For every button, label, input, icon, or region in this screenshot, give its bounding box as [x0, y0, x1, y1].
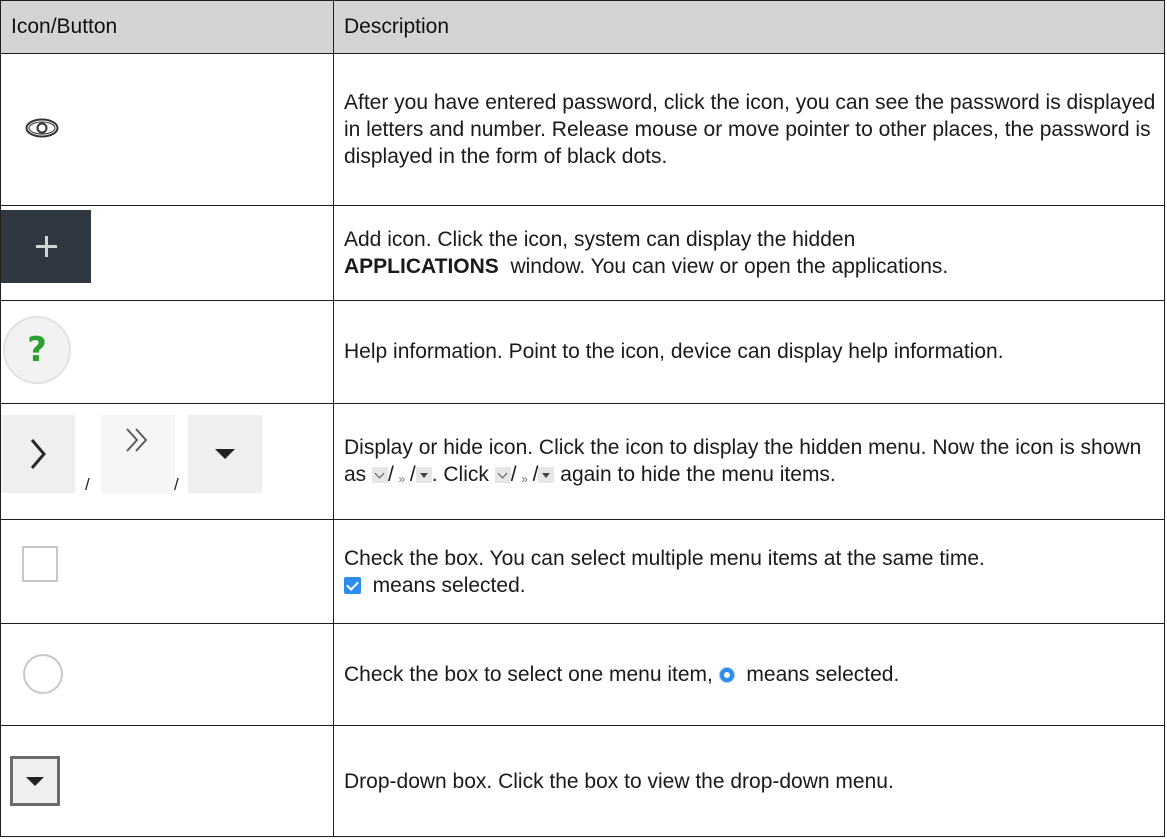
description-text: means selected.: [746, 663, 900, 687]
table-row: Drop-down box. Click the box to view the…: [0, 725, 1165, 837]
chevron-down-icon: [494, 467, 511, 484]
double-chevron-right-icon: [101, 414, 175, 493]
separator-slash: /: [85, 474, 90, 494]
icon-cell: [0, 622, 334, 727]
table-header-row: Icon/Button Description: [0, 0, 1165, 54]
triangle-down-icon: [538, 467, 555, 484]
checkbox-checked-icon: [344, 576, 361, 594]
header-cell-icon: Icon/Button: [0, 0, 334, 54]
table-row: After you have entered password, click t…: [0, 52, 1165, 206]
icon-cell: / /: [0, 402, 334, 521]
description-cell: After you have entered password, click t…: [333, 52, 1165, 206]
table-row: Check the box. You can select multiple m…: [0, 519, 1165, 624]
description-cell: Check the box. You can select multiple m…: [333, 519, 1165, 624]
checkbox-icon: [22, 546, 58, 583]
table-row: ? Help information. Point to the icon, d…: [0, 300, 1165, 404]
radio-selected-icon: [718, 667, 735, 684]
description-cell: Check the box to select one menu item, m…: [333, 622, 1165, 727]
description-text: . Click: [431, 463, 489, 487]
radio-icon: [23, 653, 63, 694]
chevron-right-icon: [1, 414, 75, 493]
help-icon: ?: [3, 315, 71, 384]
icon-cell: [0, 52, 334, 206]
description-text: Check the box to select one menu item,: [344, 663, 713, 687]
triangle-down-icon: [188, 414, 262, 493]
description-text: Add icon. Click the icon, system can dis…: [344, 228, 856, 252]
applications-label: APPLICATIONS: [344, 255, 499, 279]
icon-cell: ?: [0, 300, 334, 404]
icon-cell: [0, 519, 334, 624]
description-cell: Display or hide icon. Click the icon to …: [333, 402, 1165, 521]
header-cell-description: Description: [333, 0, 1165, 54]
description-cell: Help information. Point to the icon, dev…: [333, 300, 1165, 404]
header-description: Description: [344, 14, 450, 38]
description-text: window. You can view or open the applica…: [510, 255, 949, 279]
separator-slash: /: [174, 474, 179, 494]
description-text: Drop-down box. Click the box to view the…: [344, 769, 894, 793]
double-chevron-icon: »: [393, 471, 410, 488]
dropdown-icon: [10, 756, 60, 807]
description-text: After you have entered password, click t…: [344, 90, 1156, 168]
icon-description-table: Icon/Button Description After you have e…: [0, 0, 1165, 837]
add-icon: [1, 209, 91, 283]
chevron-down-icon: [372, 467, 389, 484]
double-chevron-icon: »: [516, 471, 533, 488]
description-text: means selected.: [372, 573, 526, 597]
help-glyph: ?: [27, 329, 47, 370]
table-row: Add icon. Click the icon, system can dis…: [0, 204, 1165, 302]
icon-cell: [0, 204, 334, 302]
description-text: Help information. Point to the icon, dev…: [344, 340, 1004, 364]
table-row: Check the box to select one menu item, m…: [0, 622, 1165, 727]
header-icon-button: Icon/Button: [11, 14, 118, 38]
triangle-down-icon: [415, 467, 432, 484]
description-text: Check the box. You can select multiple m…: [344, 546, 985, 570]
description-text: again to hide the menu items.: [560, 463, 836, 487]
icon-cell: [0, 725, 334, 837]
table-row: / / Display or hide icon. Click the icon…: [0, 402, 1165, 521]
description-cell: Add icon. Click the icon, system can dis…: [333, 204, 1165, 302]
eye-icon: [25, 118, 59, 138]
description-cell: Drop-down box. Click the box to view the…: [333, 725, 1165, 837]
